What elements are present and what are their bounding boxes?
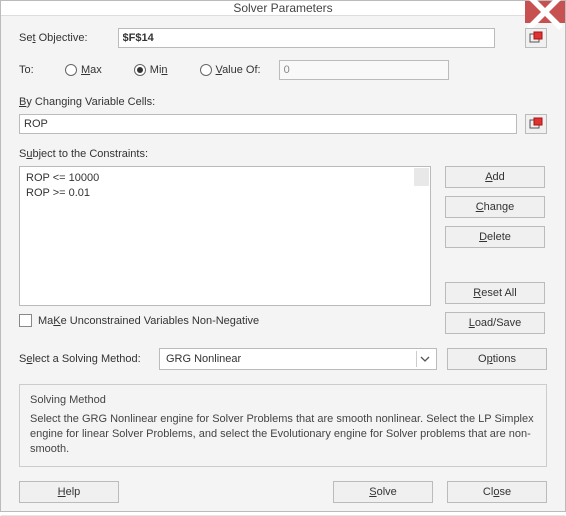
set-objective-label: Set Objective: (19, 32, 88, 44)
dialog-title: Solver Parameters (233, 1, 332, 15)
solve-button[interactable]: Solve (333, 481, 433, 503)
objective-input[interactable] (118, 28, 496, 48)
radio-valueof-circle[interactable] (200, 64, 212, 76)
to-label: To: (19, 64, 59, 76)
scrollbar-thumb[interactable] (414, 168, 429, 186)
select-method-label: Select a Solving Method: (19, 353, 149, 365)
changing-cells-label: By Changing Variable Cells: (19, 96, 547, 108)
unconstrained-nonnegative-label: MaKe Unconstrained Variables Non-Negativ… (38, 315, 259, 327)
radio-max[interactable]: Max (65, 64, 102, 76)
valueof-input[interactable] (279, 60, 449, 80)
add-button[interactable]: Add (445, 166, 545, 188)
radio-min-circle[interactable] (134, 64, 146, 76)
changing-cells-input[interactable] (19, 114, 517, 134)
radio-min[interactable]: Min (134, 64, 168, 76)
radio-valueof[interactable]: Value Of: (200, 64, 261, 76)
unconstrained-nonnegative-checkbox[interactable] (19, 314, 32, 327)
help-button[interactable]: Help (19, 481, 119, 503)
solving-method-info: Solving Method Select the GRG Nonlinear … (19, 384, 547, 467)
solving-method-select[interactable]: GRG Nonlinear (159, 348, 437, 370)
change-button[interactable]: Change (445, 196, 545, 218)
close-button[interactable]: Close (447, 481, 547, 503)
constraint-item[interactable]: ROP <= 10000 (26, 171, 424, 186)
radio-max-circle[interactable] (65, 64, 77, 76)
close-icon[interactable] (525, 1, 565, 23)
constraint-item[interactable]: ROP >= 0.01 (26, 186, 424, 201)
changing-cells-range-picker-icon[interactable] (525, 114, 547, 134)
constraints-listbox[interactable]: ROP <= 10000 ROP >= 0.01 (19, 166, 431, 306)
chevron-down-icon[interactable] (416, 351, 432, 367)
objective-range-picker-icon[interactable] (525, 28, 547, 48)
info-title: Solving Method (30, 393, 536, 408)
solving-method-value: GRG Nonlinear (166, 353, 241, 365)
titlebar: Solver Parameters (1, 1, 565, 16)
solver-parameters-dialog: Solver Parameters Set Objective: To: Max… (0, 0, 566, 512)
delete-button[interactable]: Delete (445, 226, 545, 248)
constraints-label: Subject to the Constraints: (19, 148, 547, 160)
load-save-button[interactable]: Load/Save (445, 312, 545, 334)
options-button[interactable]: Options (447, 348, 547, 370)
reset-all-button[interactable]: Reset All (445, 282, 545, 304)
info-body: Select the GRG Nonlinear engine for Solv… (30, 412, 536, 457)
